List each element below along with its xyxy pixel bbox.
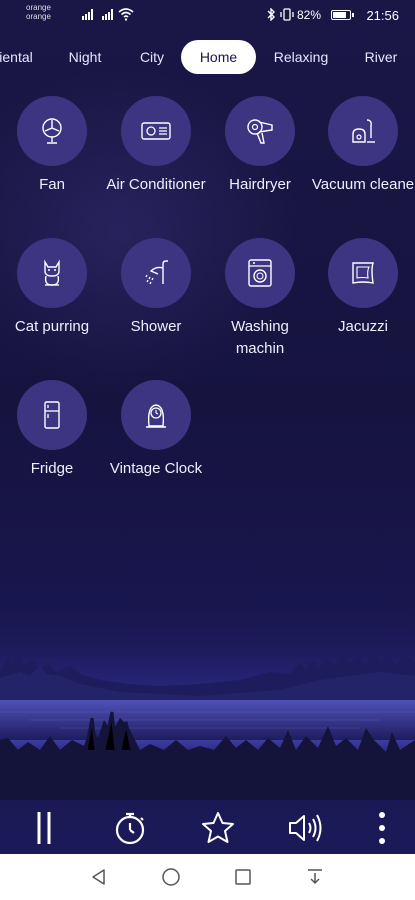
sound-fridge-label: Fridge: [30, 460, 74, 477]
sound-vacuum[interactable]: Vacuum cleane: [311, 96, 415, 196]
nav-recents-button[interactable]: [230, 864, 256, 890]
pause-button[interactable]: [22, 806, 66, 850]
home-circle-icon: [162, 868, 180, 886]
sound-air-conditioner-label: Air Conditioner: [106, 176, 206, 193]
sound-washing-machine-label: Washing machin: [231, 318, 289, 357]
sound-fan-label: Fan: [39, 176, 65, 193]
clock-time: 21:56: [366, 8, 399, 23]
more-options-button[interactable]: [360, 806, 404, 850]
battery-icon: [331, 10, 354, 20]
nav-notifications-button[interactable]: [302, 864, 328, 890]
sound-fridge-button[interactable]: [17, 380, 87, 450]
timer-button[interactable]: [108, 806, 152, 850]
vibrate-icon: [280, 8, 294, 21]
nav-back-button[interactable]: [86, 864, 112, 890]
back-triangle-icon: [92, 869, 105, 885]
tab-relaxing[interactable]: Relaxing: [270, 40, 332, 74]
sound-cat-purring[interactable]: Cat purring: [0, 238, 104, 338]
volume-button[interactable]: [284, 806, 328, 850]
sound-air-conditioner[interactable]: Air Conditioner: [104, 96, 208, 196]
sound-hairdryer[interactable]: Hairdryer: [208, 96, 312, 196]
battery-percent: 82%: [297, 8, 322, 22]
carrier-labels: orange orange: [26, 3, 51, 21]
star-icon: [202, 812, 234, 843]
system-nav-bar: [0, 854, 415, 900]
cat-icon: [44, 259, 60, 286]
hairdryer-icon: [247, 119, 273, 144]
night-landscape-illustration: [0, 600, 415, 800]
tab-river[interactable]: River: [358, 40, 404, 74]
fridge-icon: [44, 401, 60, 429]
sound-cat-purring-label: Cat purring: [14, 318, 90, 335]
sound-hairdryer-button[interactable]: [225, 96, 295, 166]
sound-vacuum-button[interactable]: [328, 96, 398, 166]
vacuum-icon: [352, 119, 375, 143]
bluetooth-icon: [267, 8, 275, 21]
recents-square-icon: [235, 869, 251, 885]
clock-icon: [146, 404, 166, 428]
playback-controls: [0, 800, 415, 854]
pull-down-icon: [308, 869, 322, 885]
jacuzzi-icon: [352, 262, 374, 284]
nav-home-button[interactable]: [158, 864, 184, 890]
tab-home[interactable]: Home: [181, 40, 256, 74]
sound-washing-machine-button[interactable]: [225, 238, 295, 308]
signal-icon-2: [102, 8, 113, 20]
sound-vintage-clock[interactable]: Vintage Clock: [104, 380, 208, 480]
sound-cat-purring-button[interactable]: [17, 238, 87, 308]
app-screen: orange orange 82% 21:56 iental Night Cit: [0, 0, 415, 900]
pause-icon: [37, 812, 51, 844]
more-vertical-icon: [379, 812, 385, 844]
timer-icon: [115, 812, 145, 845]
sound-jacuzzi[interactable]: Jacuzzi: [311, 238, 415, 338]
signal-icon: [82, 8, 93, 20]
sound-fan[interactable]: Fan: [0, 96, 104, 196]
tab-oriental[interactable]: iental: [0, 40, 36, 74]
favorite-button[interactable]: [196, 806, 240, 850]
tab-night[interactable]: Night: [62, 40, 108, 74]
carrier-2: orange: [26, 12, 51, 21]
sound-hairdryer-label: Hairdryer: [229, 176, 291, 193]
sound-air-conditioner-button[interactable]: [121, 96, 191, 166]
sound-shower[interactable]: Shower: [104, 238, 208, 338]
sound-vintage-clock-label: Vintage Clock: [109, 460, 203, 477]
wifi-icon: [118, 8, 134, 21]
status-bar: orange orange 82% 21:56: [0, 0, 415, 30]
shower-icon: [145, 260, 168, 285]
fan-icon: [42, 118, 62, 144]
air-conditioner-icon: [141, 122, 171, 140]
carrier-1: orange: [26, 3, 51, 12]
washing-machine-icon: [248, 259, 272, 287]
sound-jacuzzi-label: Jacuzzi: [337, 318, 389, 335]
sound-fridge[interactable]: Fridge: [0, 380, 104, 480]
sound-shower-label: Shower: [130, 318, 182, 335]
tab-city[interactable]: City: [132, 40, 172, 74]
volume-icon: [289, 814, 322, 842]
sound-jacuzzi-button[interactable]: [328, 238, 398, 308]
category-tabs: iental Night City Home Relaxing River: [0, 40, 415, 74]
sound-vintage-clock-button[interactable]: [121, 380, 191, 450]
sound-washing-machine[interactable]: Washing machin: [208, 238, 312, 360]
sound-fan-button[interactable]: [17, 96, 87, 166]
sound-shower-button[interactable]: [121, 238, 191, 308]
sound-vacuum-label: Vacuum cleane: [311, 176, 415, 193]
